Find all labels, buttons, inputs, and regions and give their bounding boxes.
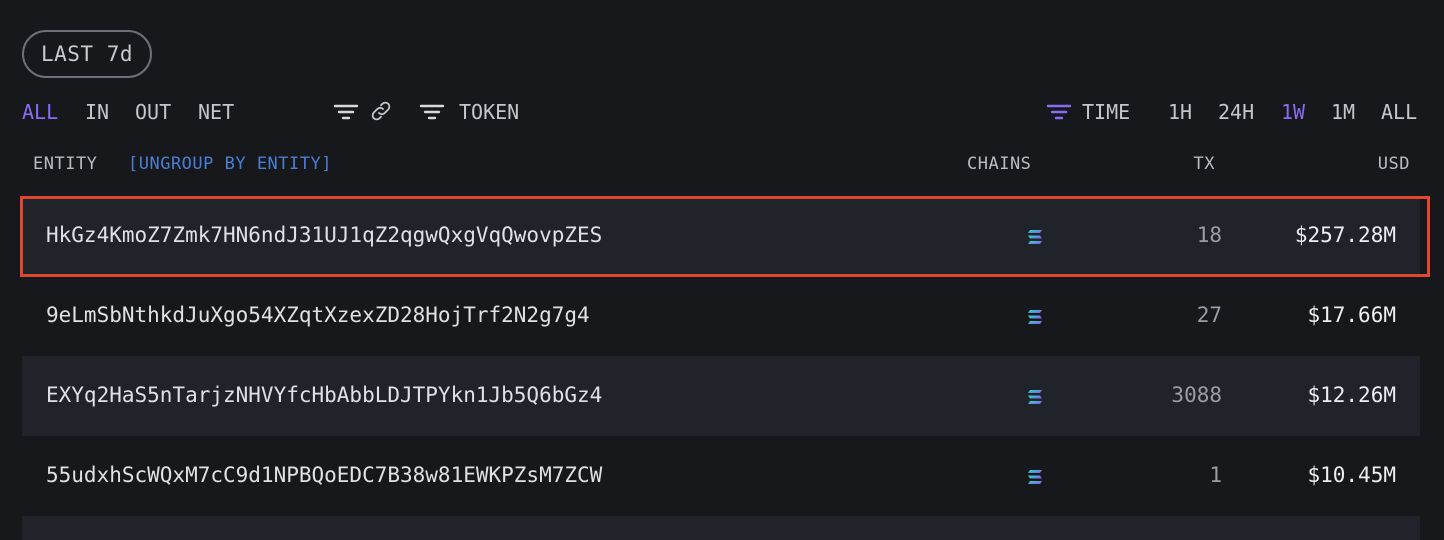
filter-lines-icon[interactable] [333,99,359,130]
entity-address[interactable]: 9eLmSbNthkdJuXgo54XZqtXzexZD28HojTrf2N2g… [46,303,590,327]
tx-count: 1 [1209,463,1222,487]
usd-value: $12.26M [1307,383,1396,407]
time-range-1h[interactable]: 1H [1168,100,1192,124]
usd-value: $17.66M [1307,303,1396,327]
tx-count: 3088 [1171,383,1222,407]
table-row-partial[interactable] [22,516,1420,540]
table-row[interactable]: 9eLmSbNthkdJuXgo54XZqtXzexZD28HojTrf2N2g… [22,276,1420,356]
entity-address[interactable]: EXYq2HaS5nTarjzNHVYfcHbAbbLDJTPYkn1Jb5Q6… [46,383,602,407]
flow-filter-in[interactable]: IN [85,100,109,124]
entity-table: HkGz4KmoZ7Zmk7HN6ndJ31UJ1qZ2qgwQxgVqQwov… [22,196,1420,540]
entity-flows-panel: LAST 7d ALL IN OUT NET TOKEN TIME 1H 24H… [0,0,1444,540]
solana-icon [1026,227,1044,245]
flow-filter-net[interactable]: NET [198,100,234,124]
table-header: ENTITY [UNGROUP BY ENTITY] CHAINS TX USD [0,150,1444,180]
tx-count: 18 [1196,223,1222,247]
time-range-all[interactable]: ALL [1381,100,1417,124]
usd-value: $10.45M [1307,463,1396,487]
time-range-24h[interactable]: 24H [1218,100,1254,124]
usd-value: $257.28M [1294,223,1396,247]
tx-count: 27 [1196,303,1222,327]
period-pill[interactable]: LAST 7d [22,30,153,78]
token-filter-label[interactable]: TOKEN [459,100,519,124]
table-row[interactable]: 55udxhScWQxM7cC9d1NPBQoEDC7B38w81EWKPZsM… [22,436,1420,516]
link-icon[interactable] [369,99,393,128]
solana-icon [1026,387,1044,405]
column-header-usd[interactable]: USD [1378,154,1410,174]
column-header-chains: CHAINS [967,154,1032,174]
entity-address[interactable]: HkGz4KmoZ7Zmk7HN6ndJ31UJ1qZ2qgwQxgVqQwov… [46,223,602,247]
time-filter-icon[interactable] [1046,99,1072,130]
filter-bar: ALL IN OUT NET TOKEN TIME 1H 24H 1W 1M A… [0,96,1444,130]
entity-address[interactable]: 55udxhScWQxM7cC9d1NPBQoEDC7B38w81EWKPZsM… [46,463,602,487]
time-filter-label[interactable]: TIME [1082,100,1130,124]
flow-filter-all[interactable]: ALL [22,100,58,124]
column-header-entity: ENTITY [33,154,98,174]
token-filter-icon[interactable] [419,99,445,130]
time-range-1w[interactable]: 1W [1281,100,1305,124]
time-range-1m[interactable]: 1M [1331,100,1355,124]
flow-filter-out[interactable]: OUT [135,100,171,124]
solana-icon [1026,307,1044,325]
solana-icon [1026,467,1044,485]
ungroup-by-entity-link[interactable]: [UNGROUP BY ENTITY] [128,154,332,174]
table-row[interactable]: HkGz4KmoZ7Zmk7HN6ndJ31UJ1qZ2qgwQxgVqQwov… [22,196,1420,276]
table-row[interactable]: EXYq2HaS5nTarjzNHVYfcHbAbbLDJTPYkn1Jb5Q6… [22,356,1420,436]
column-header-tx[interactable]: TX [1194,154,1215,174]
